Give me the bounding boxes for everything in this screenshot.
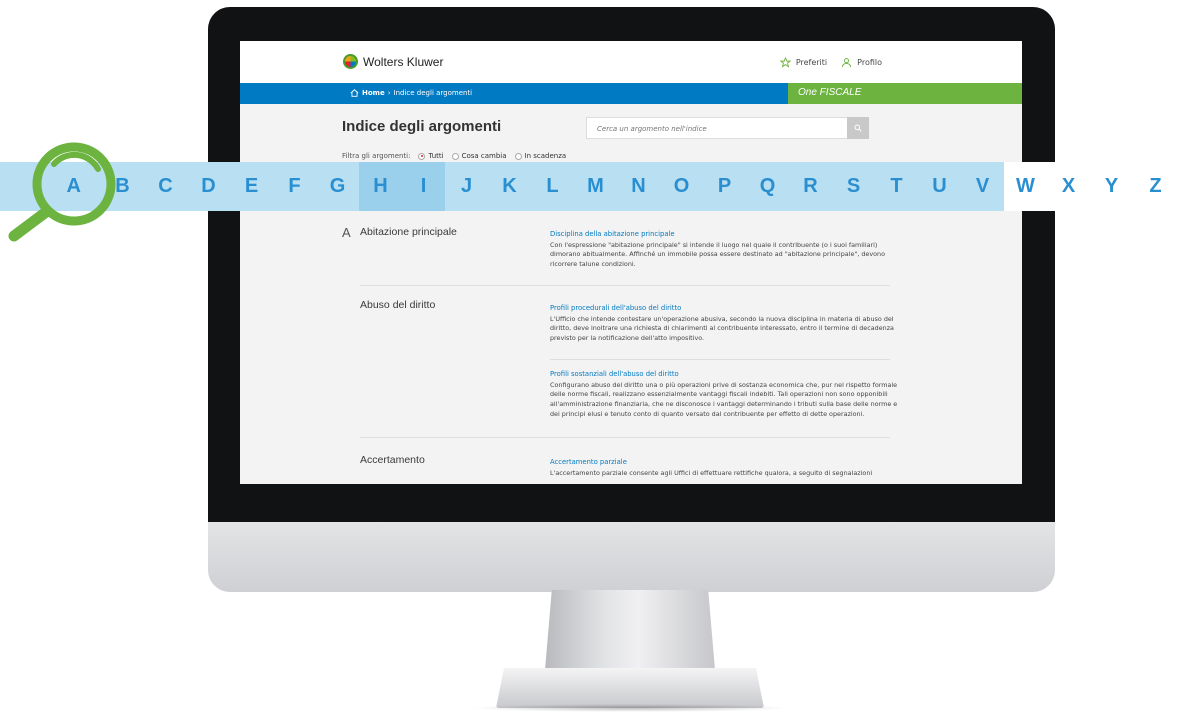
brand-logo[interactable]: Wolters Kluwer xyxy=(343,54,443,69)
profile-link[interactable]: Profilo xyxy=(841,57,882,68)
page-title: Indice degli argomenti xyxy=(342,118,502,135)
index-section-letter: A xyxy=(342,225,351,240)
topic-title[interactable]: Abuso del diritto xyxy=(360,299,435,311)
breadcrumb-separator: › xyxy=(387,89,391,97)
article-summary: Con l'espressione "abitazione principale… xyxy=(550,240,886,269)
breadcrumb-current: Indice degli argomenti xyxy=(393,89,473,97)
filter-label: Cosa cambia xyxy=(461,152,507,160)
alphabet-letter-g[interactable]: G xyxy=(316,162,359,211)
topic-title[interactable]: Accertamento xyxy=(360,454,425,466)
article-link[interactable]: Profili procedurali dell'abuso del dirit… xyxy=(550,303,900,314)
article-summary: L'accertamento parziale consente agli Uf… xyxy=(550,468,873,477)
header-links: Preferiti Profilo xyxy=(779,57,882,68)
star-icon xyxy=(779,57,791,68)
filter-cosa-cambia[interactable]: Cosa cambia xyxy=(451,152,507,160)
profile-label: Profilo xyxy=(857,58,882,67)
top-bar: Wolters Kluwer Preferiti Profilo xyxy=(240,41,1022,83)
radio-unselected xyxy=(451,152,459,160)
alphabet-letter-f[interactable]: F xyxy=(273,162,316,211)
alphabet-letter-d[interactable]: D xyxy=(187,162,230,211)
favorites-label: Preferiti xyxy=(795,58,828,67)
search-button[interactable] xyxy=(847,117,869,139)
topic-filters: Filtra gli argomenti: Tutti Cosa cambia … xyxy=(342,152,566,160)
brand-name: Wolters Kluwer xyxy=(363,54,444,69)
alphabet-letter-h[interactable]: H xyxy=(359,162,402,211)
search-box xyxy=(586,117,869,139)
product-name: One FISCALE xyxy=(798,87,862,98)
stand-shadow xyxy=(470,704,790,712)
monitor-chin xyxy=(208,522,1055,592)
alphabet-letter-q[interactable]: Q xyxy=(746,162,789,211)
alphabet-letter-t[interactable]: T xyxy=(875,162,918,211)
filter-in-scadenza[interactable]: In scadenza xyxy=(514,152,567,160)
brand-logo-icon xyxy=(343,54,358,69)
article-link[interactable]: Disciplina della abitazione principale xyxy=(550,229,900,240)
alphabet-index: ABCDEFGHIJKLMNOPQRSTUVWXYZ xyxy=(0,162,1204,211)
article-link[interactable]: Profili sostanziali dell'abuso del dirit… xyxy=(550,369,900,380)
filter-label: In scadenza xyxy=(524,152,567,160)
alphabet-letter-z[interactable]: Z xyxy=(1133,162,1178,211)
monitor-stand-neck xyxy=(545,590,715,670)
article-summary: Configurano abuso del diritto una o più … xyxy=(550,380,898,419)
product-bar: One FISCALE xyxy=(788,83,1022,104)
alphabet-letter-k[interactable]: K xyxy=(488,162,531,211)
search-icon xyxy=(854,124,862,132)
breadcrumb: Home › Indice degli argomenti xyxy=(350,89,472,97)
article-link[interactable]: Accertamento parziale xyxy=(550,457,900,468)
article-item: Profili procedurali dell'abuso del dirit… xyxy=(550,303,900,344)
article-item: Accertamento parziale L'accertamento par… xyxy=(550,457,900,478)
filters-label: Filtra gli argomenti: xyxy=(342,152,411,160)
radio-unselected xyxy=(514,152,522,160)
magnifier-icon xyxy=(8,142,116,242)
filter-label: Tutti xyxy=(428,152,444,160)
alphabet-letter-j[interactable]: J xyxy=(445,162,488,211)
alphabet-letter-w[interactable]: W xyxy=(1004,162,1047,211)
alphabet-letter-u[interactable]: U xyxy=(918,162,961,211)
alphabet-letter-l[interactable]: L xyxy=(531,162,574,211)
alphabet-letter-x[interactable]: X xyxy=(1047,162,1090,211)
alphabet-letter-v[interactable]: V xyxy=(961,162,1004,211)
article-item: Profili sostanziali dell'abuso del dirit… xyxy=(550,369,900,420)
home-icon xyxy=(350,89,359,97)
filter-tutti[interactable]: Tutti xyxy=(418,152,444,160)
search-input[interactable] xyxy=(597,122,837,135)
radio-selected xyxy=(418,152,426,160)
monitor-stand-base xyxy=(496,668,764,708)
topic-divider xyxy=(360,285,890,286)
article-summary: L'Ufficio che intende contestare un'oper… xyxy=(550,314,894,343)
favorites-link[interactable]: Preferiti xyxy=(779,57,828,68)
article-divider xyxy=(550,359,890,360)
alphabet-letter-m[interactable]: M xyxy=(574,162,617,211)
alphabet-letter-o[interactable]: O xyxy=(660,162,703,211)
alphabet-letter-s[interactable]: S xyxy=(832,162,875,211)
alphabet-letter-i[interactable]: I xyxy=(402,162,445,211)
alphabet-letter-e[interactable]: E xyxy=(230,162,273,211)
topic-title[interactable]: Abitazione principale xyxy=(360,226,457,238)
breadcrumb-home[interactable]: Home xyxy=(362,89,385,97)
screen: Wolters Kluwer Preferiti Profilo Home › … xyxy=(240,41,1022,484)
alphabet-letter-r[interactable]: R xyxy=(789,162,832,211)
user-icon xyxy=(842,58,852,68)
article-item: Disciplina della abitazione principale C… xyxy=(550,229,900,270)
alphabet-letter-y[interactable]: Y xyxy=(1090,162,1133,211)
alphabet-letter-n[interactable]: N xyxy=(617,162,660,211)
alphabet-letter-c[interactable]: C xyxy=(144,162,187,211)
topic-divider xyxy=(360,437,890,438)
alphabet-letter-p[interactable]: P xyxy=(703,162,746,211)
